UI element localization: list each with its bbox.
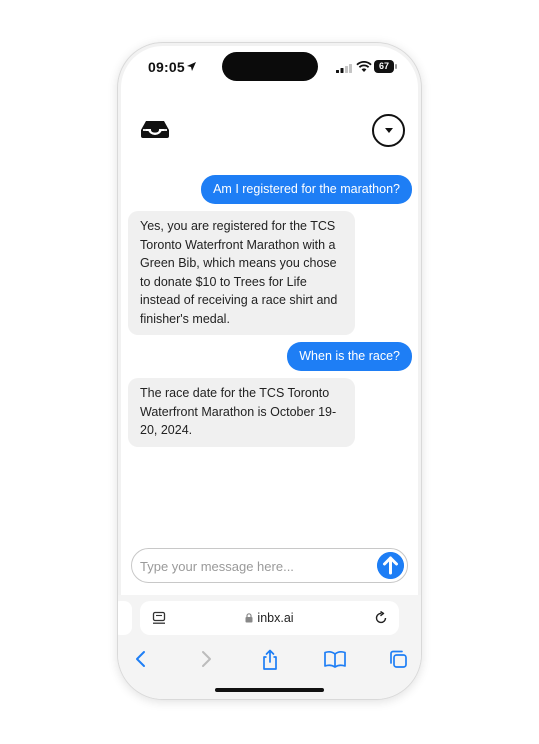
wifi-icon	[356, 61, 372, 72]
browser-bar: inbx.ai	[118, 595, 421, 699]
message-composer	[131, 548, 408, 583]
back-icon[interactable]	[133, 649, 149, 669]
status-bar: 09:05 67	[118, 43, 421, 91]
message-text: When is the race?	[299, 349, 400, 363]
message-input[interactable]	[140, 556, 370, 576]
address-bar[interactable]: inbx.ai	[140, 601, 399, 635]
user-message: Am I registered for the marathon?	[201, 175, 412, 204]
inbox-icon[interactable]	[140, 119, 170, 139]
location-arrow-icon	[187, 62, 196, 71]
user-message: When is the race?	[287, 342, 412, 371]
message-text: The race date for the TCS Toronto Waterf…	[140, 386, 337, 437]
dropdown-menu-button[interactable]	[372, 114, 405, 147]
send-button[interactable]	[377, 552, 404, 579]
message-text: Am I registered for the marathon?	[213, 182, 400, 196]
bookmarks-icon[interactable]	[323, 649, 347, 669]
share-icon[interactable]	[260, 649, 280, 671]
status-time: 09:05	[148, 59, 185, 75]
lock-icon	[245, 613, 253, 623]
tabs-icon[interactable]	[388, 649, 408, 669]
message-text: Yes, you are registered for the TCS Toro…	[140, 219, 338, 326]
battery-icon: 67	[374, 60, 394, 73]
signal-icon	[336, 64, 352, 73]
previous-tab-stub[interactable]	[118, 601, 132, 635]
home-indicator[interactable]	[215, 688, 324, 692]
phone-frame: 09:05 67 Am I registered for the maratho…	[117, 42, 422, 700]
reload-icon[interactable]	[374, 611, 388, 625]
url-text: inbx.ai	[257, 611, 294, 625]
battery-nub	[395, 64, 397, 69]
dropdown-menu-icon	[385, 128, 393, 133]
assistant-message: The race date for the TCS Toronto Waterf…	[128, 378, 355, 447]
url-display: inbx.ai	[140, 611, 399, 625]
assistant-message: Yes, you are registered for the TCS Toro…	[128, 211, 355, 335]
forward-icon[interactable]	[198, 649, 214, 669]
dynamic-island	[222, 52, 318, 81]
